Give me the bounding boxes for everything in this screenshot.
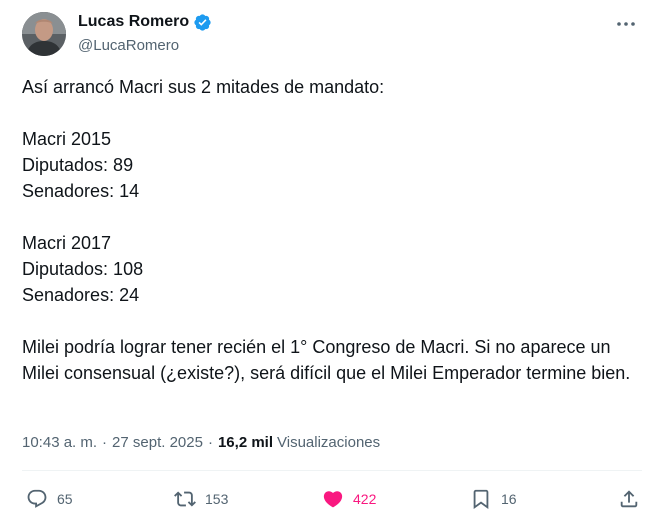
reply-button[interactable]: 65 (26, 484, 73, 514)
tweet-date[interactable]: 27 sept. 2025 (112, 434, 203, 451)
more-button[interactable] (614, 14, 638, 34)
like-count: 422 (353, 491, 377, 507)
repost-count: 153 (205, 491, 229, 507)
repost-icon (174, 491, 196, 507)
author-name[interactable]: Lucas Romero (78, 12, 189, 32)
views-count[interactable]: 16,2 mil (218, 434, 273, 451)
share-icon (620, 490, 638, 508)
author-row: Lucas Romero (78, 12, 212, 32)
action-bar: 65 153 422 16 (0, 484, 658, 514)
reply-icon (27, 489, 47, 508)
like-icon (323, 491, 343, 508)
tweet-time[interactable]: 10:43 a. m. (22, 434, 97, 451)
more-icon (617, 22, 635, 26)
meta-separator: · (207, 434, 213, 451)
reply-count: 65 (57, 491, 73, 507)
bookmark-icon (473, 489, 489, 510)
like-button[interactable]: 422 (322, 484, 376, 514)
bookmark-button[interactable]: 16 (470, 484, 517, 514)
avatar[interactable] (22, 12, 66, 56)
share-button[interactable] (618, 484, 640, 514)
bookmark-count: 16 (501, 491, 517, 507)
meta-separator: · (102, 434, 108, 451)
tweet-meta: 10:43 a. m. · 27 sept. 2025 · 16,2 mil V… (22, 434, 380, 451)
tweet-text: Así arrancó Macri sus 2 mitades de manda… (22, 77, 631, 383)
tweet-card: Lucas Romero @LucaRomero Así arrancó Mac… (0, 0, 658, 520)
repost-button[interactable]: 153 (174, 484, 228, 514)
divider (22, 470, 642, 471)
verified-badge-icon (194, 13, 211, 31)
author-handle[interactable]: @LucaRomero (78, 37, 179, 54)
views-label[interactable]: Visualizaciones (277, 434, 380, 451)
